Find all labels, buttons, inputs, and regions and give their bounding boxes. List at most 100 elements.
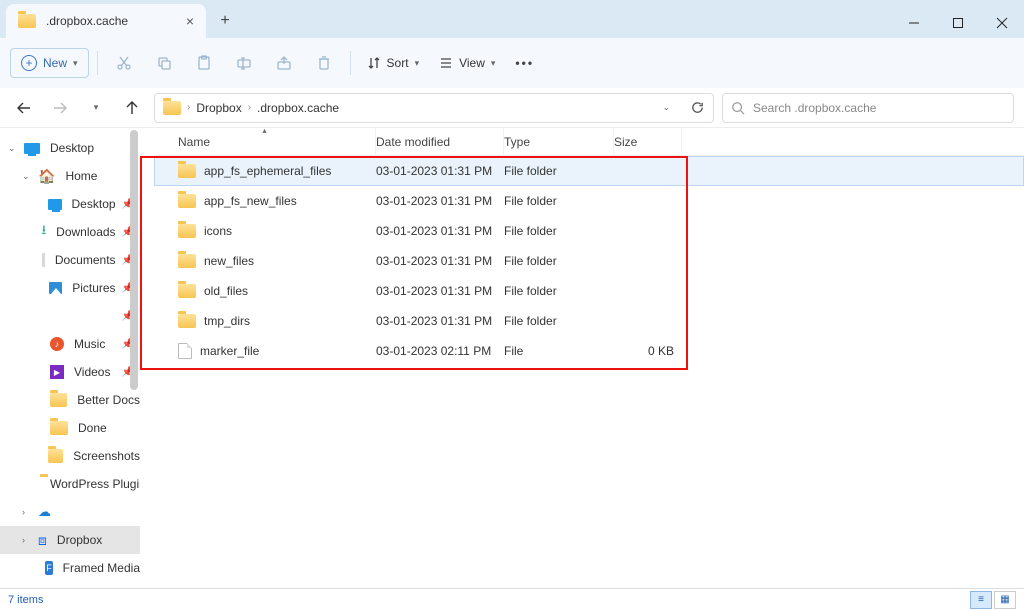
column-header-name[interactable]: ▴ Name [154,128,376,155]
sidebar-item[interactable]: Pictures📌 [0,274,140,302]
file-name: tmp_dirs [204,314,250,328]
column-header-row: ▴ Name Date modified Type Size [154,128,1024,156]
back-button[interactable] [10,94,38,122]
sidebar-item-label: Desktop [72,197,116,211]
file-name: marker_file [200,344,259,358]
view-button[interactable]: View ▾ [431,56,503,70]
file-date: 03-01-2023 01:31 PM [376,224,504,238]
folder-icon [50,421,68,435]
cut-icon[interactable] [106,47,142,79]
file-name: old_files [204,284,248,298]
sidebar-item[interactable]: Better Docs [0,386,140,414]
new-button[interactable]: + New ▾ [10,48,89,78]
sidebar-item[interactable]: Desktop📌 [0,190,140,218]
close-button[interactable] [980,8,1024,38]
chevron-down-icon: ▾ [73,58,78,69]
up-button[interactable] [118,94,146,122]
sidebar-item-label: Dropbox [57,533,102,547]
sidebar-item[interactable]: ⌄🏠Home [0,162,140,190]
file-type: File folder [504,314,614,328]
folder-icon [178,194,196,208]
file-size: 0 KB [614,344,682,358]
new-tab-button[interactable]: + [210,6,240,36]
new-label: New [43,56,67,70]
file-icon [178,343,192,359]
maximize-button[interactable] [936,8,980,38]
folder-icon [48,449,63,463]
details-view-button[interactable]: ≡ [970,591,992,609]
sort-button[interactable]: Sort ▾ [359,56,428,70]
file-row[interactable]: marker_file03-01-2023 02:11 PMFile0 KB [154,336,1024,366]
file-row[interactable]: app_fs_ephemeral_files 03-01-2023 01:31 P… [154,156,1024,186]
folder-icon [163,101,181,115]
address-bar[interactable]: › Dropbox › .dropbox.cache ⌄ [154,93,714,123]
video-icon: ▶ [50,365,64,379]
file-type: File folder [504,254,614,268]
separator [350,51,351,75]
file-type: File folder [504,284,614,298]
more-button[interactable]: ••• [507,56,542,70]
rename-icon[interactable] [226,47,262,79]
column-header-type[interactable]: Type [504,128,614,155]
file-row[interactable]: icons03-01-2023 01:31 PMFile folder [154,216,1024,246]
file-date: 03-01-2023 01:31 PM [376,194,504,208]
sidebar-item[interactable]: ⌄Desktop [0,134,140,162]
file-name: app_fs_ephemeral_files [204,164,331,178]
file-type: File folder [504,194,614,208]
sidebar-item[interactable]: ›⧈Dropbox [0,526,140,554]
sidebar-scrollbar[interactable] [130,130,138,390]
sidebar-item[interactable]: ♪Music📌 [0,330,140,358]
file-row[interactable]: tmp_dirs03-01-2023 01:31 PMFile folder [154,306,1024,336]
sidebar-item[interactable]: Done [0,414,140,442]
refresh-icon[interactable] [690,100,705,115]
sidebar-item-label: Pictures [72,281,115,295]
status-bar: 7 items ≡ ▦ [0,588,1024,610]
sidebar-item[interactable]: ▶Videos📌 [0,358,140,386]
file-row[interactable]: app_fs_new_files03-01-2023 01:31 PMFile … [154,186,1024,216]
sidebar-item[interactable]: FFramed Media [0,554,140,582]
column-header-size[interactable]: Size [614,128,682,155]
close-tab-icon[interactable]: × [186,13,194,29]
monitor-icon [24,143,40,154]
view-icon [439,56,453,70]
folder-icon [178,164,196,178]
breadcrumb-segment[interactable]: Dropbox [196,101,241,115]
file-row[interactable]: old_files 03-01-2023 01:31 PMFile folder [154,276,1024,306]
body: ⌄Desktop⌄🏠HomeDesktop📌⭳Downloads📌Documen… [0,128,1024,588]
sidebar-item[interactable]: Screenshots [0,442,140,470]
sidebar-item[interactable]: Documents📌 [0,246,140,274]
file-name: icons [204,224,232,238]
copy-icon[interactable] [146,47,182,79]
forward-button[interactable] [46,94,74,122]
window-controls [892,8,1024,38]
sidebar-item[interactable]: WordPress Plugins [0,470,140,498]
file-name: new_files [204,254,254,268]
chevron-down-icon: ▾ [491,58,496,69]
title-bar: .dropbox.cache × + [0,0,1024,38]
file-pane: ▴ Name Date modified Type Size app_fs_ep… [140,128,1024,588]
chevron-down-icon[interactable]: ⌄ [662,102,670,113]
sidebar-item-label: Downloads [56,225,115,239]
minimize-button[interactable] [892,8,936,38]
file-date: 03-01-2023 01:31 PM [376,284,504,298]
sidebar-item-label: Framed Media [63,561,140,575]
share-icon[interactable] [266,47,302,79]
window-tab[interactable]: .dropbox.cache × [6,4,206,38]
recent-dropdown[interactable]: ▾ [82,94,110,122]
search-input[interactable]: Search .dropbox.cache [722,93,1014,123]
delete-icon[interactable] [306,47,342,79]
folder-icon [178,284,196,298]
sidebar-item-label: Home [65,169,97,183]
sidebar-item[interactable]: ›☁ [0,498,140,526]
breadcrumb-segment[interactable]: .dropbox.cache [257,101,339,115]
file-row[interactable]: new_files03-01-2023 01:31 PMFile folder [154,246,1024,276]
thumbnails-view-button[interactable]: ▦ [994,591,1016,609]
sidebar-item[interactable]: ⭳Downloads📌 [0,218,140,246]
sidebar-item[interactable]: 📌 [0,302,140,330]
home-icon: 🏠 [38,168,55,185]
pictures-icon [49,282,63,294]
file-date: 03-01-2023 01:31 PM [376,164,504,178]
paste-icon[interactable] [186,47,222,79]
sidebar-item-label: WordPress Plugins [50,477,140,491]
column-header-date[interactable]: Date modified [376,128,504,155]
